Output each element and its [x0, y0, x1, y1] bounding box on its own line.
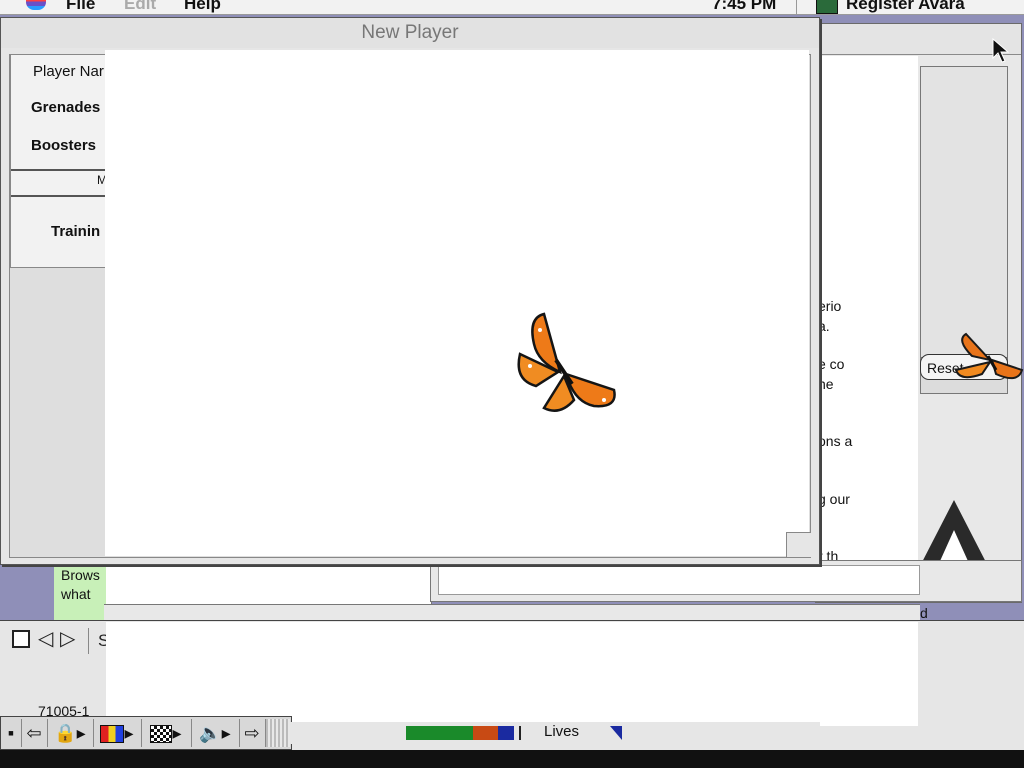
- lives-meter: [406, 726, 514, 740]
- player-form-panel: Player Nar Grenades Boosters M Trainin: [10, 54, 108, 268]
- controller-square-icon[interactable]: ▪: [3, 719, 19, 747]
- cursor-arrow-icon: [992, 38, 1010, 63]
- butterfly-icon: [517, 312, 616, 412]
- text-fragment: e co: [818, 356, 845, 372]
- browse-note-line2: what: [61, 586, 91, 602]
- menu-edit[interactable]: Edit: [124, 0, 156, 14]
- toolbar-divider: [88, 628, 89, 654]
- menu-divider: [796, 0, 797, 14]
- lower-right-content: [438, 565, 920, 595]
- player-name-label: Player Nar: [33, 63, 104, 80]
- text-fragment: ons a: [818, 433, 853, 449]
- lives-label: Lives: [544, 723, 580, 740]
- controller-grip-icon[interactable]: [265, 719, 290, 747]
- form-divider: [11, 195, 107, 197]
- new-player-content: [105, 50, 809, 556]
- new-player-titlebar[interactable]: New Player: [1, 18, 819, 48]
- checker-icon[interactable]: ▸: [141, 719, 190, 747]
- speaker-icon[interactable]: 🔈▸: [191, 719, 238, 747]
- controller-bar: ▪ ⇦ 🔒▸ ▸ ▸ 🔈▸ ⇨: [0, 716, 292, 750]
- bottom-content-area: [106, 622, 918, 726]
- background-text-area: [818, 56, 918, 590]
- training-label: Trainin: [51, 223, 101, 240]
- color-icon[interactable]: ▸: [93, 719, 140, 747]
- browse-note-line1: Brows: [61, 567, 100, 583]
- lock-icon[interactable]: 🔒▸: [47, 719, 92, 747]
- text-fragment: erio: [818, 298, 842, 314]
- browse-note: Brows what: [54, 566, 106, 620]
- lives-tick: [519, 726, 521, 740]
- form-divider: [11, 169, 107, 171]
- controller-left-arrow-icon[interactable]: ⇦: [21, 719, 46, 747]
- butterfly-icon: [954, 332, 1024, 380]
- stop-icon[interactable]: [12, 630, 30, 648]
- list-row[interactable]: [921, 255, 1007, 303]
- resize-handle[interactable]: [786, 532, 811, 557]
- list-row[interactable]: [921, 67, 1007, 115]
- new-player-title: New Player: [361, 22, 459, 43]
- screen-bottom-edge: [0, 750, 1024, 768]
- background-window-titlebar[interactable]: [816, 24, 1021, 55]
- list-row[interactable]: [921, 208, 1007, 256]
- menu-file[interactable]: File: [66, 0, 95, 14]
- menu-clock: 7:45 PM: [712, 0, 777, 13]
- menu-app-name[interactable]: Register Avara: [846, 0, 965, 14]
- app-icon[interactable]: [816, 0, 838, 14]
- grenades-label: Grenades: [31, 99, 101, 116]
- back-arrow-icon[interactable]: ◁: [38, 628, 53, 650]
- apple-menu-icon[interactable]: [26, 0, 46, 10]
- forward-arrow-icon[interactable]: ▷: [60, 628, 75, 650]
- text-fragment: ne: [818, 376, 834, 392]
- boosters-label: Boosters: [31, 137, 97, 154]
- strip-suffix: d: [920, 605, 928, 621]
- menu-bar: File Edit Help 7:45 PM Register Avara: [0, 0, 1024, 15]
- flag-icon: [610, 726, 622, 740]
- list-row[interactable]: [921, 161, 1007, 209]
- text-fragment: g our: [818, 491, 850, 507]
- list-row[interactable]: [921, 114, 1007, 162]
- menu-help[interactable]: Help: [184, 0, 221, 14]
- lower-left-window: [104, 560, 432, 606]
- controller-right-arrow-icon[interactable]: ⇨: [239, 719, 264, 747]
